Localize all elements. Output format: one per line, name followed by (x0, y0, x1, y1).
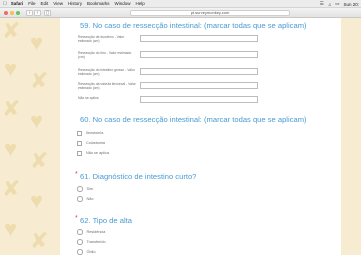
option-nao[interactable]: Não (77, 196, 93, 202)
clock[interactable]: Sun 20: (343, 2, 359, 7)
heart-pattern-icon: ♥ (4, 136, 18, 161)
intestino-grosso-input[interactable] (140, 68, 258, 75)
maximize-window-icon[interactable] (16, 11, 20, 15)
heart-pattern-icon: ♥ (30, 108, 44, 133)
field-label: Não se aplica (78, 96, 99, 100)
menu-safari[interactable]: Safari (11, 1, 24, 6)
option-nao-se-aplica[interactable]: Não se aplica (77, 150, 109, 156)
cross-pattern-icon: ✘ (2, 96, 21, 121)
heart-pattern-icon: ♥ (4, 216, 18, 241)
question-number: 62. (80, 216, 91, 225)
field-label: Ressecção do intestino grosso - Valor es… (78, 68, 135, 77)
question-text: Tipo de alta (92, 216, 132, 225)
field-label: Ressecção do íleo - Valor estimado (cm) (78, 51, 132, 60)
required-marker: * (75, 215, 78, 222)
cross-pattern-icon: ✘ (30, 148, 49, 173)
menu-file[interactable]: File (28, 1, 35, 6)
question-text: Diagnóstico de intestino curto? (92, 172, 197, 181)
menu-bookmarks[interactable]: Bookmarks (87, 1, 110, 6)
question-number: 60. (80, 115, 91, 124)
forward-icon[interactable]: › (34, 10, 41, 16)
decorative-background-right (341, 18, 361, 255)
checkbox[interactable] (77, 130, 82, 136)
question-61-title: 61. Diagnóstico de intestino curto? (80, 172, 196, 181)
cross-pattern-icon: ✘ (2, 18, 21, 43)
option-label: Residência (86, 230, 106, 234)
valvula-ileocecal-input[interactable] (140, 82, 258, 89)
duodeno-input[interactable] (140, 35, 258, 42)
question-62-title: 62. Tipo de alta (80, 216, 132, 225)
option-label: Não (86, 197, 94, 201)
option-label: Óbito (86, 250, 96, 254)
heart-pattern-icon: ♥ (30, 188, 44, 213)
option-label: Colostomia (86, 141, 105, 145)
minimize-window-icon[interactable] (10, 11, 14, 15)
wifi-icon[interactable]: ☰ (320, 1, 324, 7)
option-label: Ileostomia (86, 131, 104, 135)
field-label: Ressecção da válvula ileocecal - Valor e… (78, 82, 136, 91)
radio-button[interactable] (77, 229, 83, 235)
volume-icon[interactable]: ♫ (328, 2, 331, 7)
option-residencia[interactable]: Residência (77, 229, 105, 235)
option-ileostomia[interactable]: Ileostomia (77, 130, 103, 136)
option-obito[interactable]: Óbito (77, 249, 96, 255)
radio-button[interactable] (77, 239, 83, 245)
battery-icon[interactable]: ▭ (335, 1, 339, 7)
radio-button[interactable] (77, 186, 83, 192)
option-label: Não se aplica (86, 151, 110, 155)
checkbox[interactable] (77, 140, 82, 146)
menu-edit[interactable]: Edit (41, 1, 49, 6)
question-text: No caso de ressecção intestinal: (marcar… (92, 115, 307, 124)
close-window-icon[interactable] (4, 11, 8, 15)
question-60-title: 60. No caso de ressecção intestinal: (mar… (80, 115, 307, 124)
decorative-background: ✘ ♥ ♥ ✘ ✘ ♥ ♥ ✘ ✘ ♥ ♥ ✘ (0, 18, 60, 255)
back-icon[interactable]: ‹ (26, 10, 33, 16)
option-transferido[interactable]: Transferido (77, 239, 106, 245)
status-area: ☰ ♫ ▭ Sun 20: (320, 1, 359, 7)
option-colostomia[interactable]: Colostomia (77, 140, 105, 146)
question-59-title: 59. No caso de ressecção intestinal: (mar… (80, 21, 307, 30)
heart-pattern-icon: ♥ (4, 56, 18, 81)
field-label: Ressecção de duodeno - Valor estimado (c… (78, 35, 125, 44)
radio-button[interactable] (77, 249, 83, 255)
cross-pattern-icon: ✘ (2, 176, 21, 201)
nao-se-aplica-input[interactable] (140, 96, 258, 103)
heart-pattern-icon: ♥ (30, 30, 44, 55)
option-label: Transferido (86, 240, 106, 244)
option-label: Sim (86, 187, 94, 191)
menu-view[interactable]: View (53, 1, 63, 6)
menu-window[interactable]: Window (115, 1, 131, 6)
required-marker: * (75, 171, 78, 178)
checkbox[interactable] (77, 150, 82, 156)
sidebar-icon[interactable]: ▯ (44, 10, 51, 16)
option-sim[interactable]: Sim (77, 186, 93, 192)
cross-pattern-icon: ✘ (30, 68, 49, 93)
menu-bar:  Safari File Edit View History Bookmark… (0, 0, 361, 8)
apple-icon[interactable]:  (3, 1, 7, 7)
menu-help[interactable]: Help (136, 1, 145, 6)
survey-content: 59. No caso de ressecção intestinal: (mar… (60, 18, 341, 255)
radio-button[interactable] (77, 196, 83, 202)
question-number: 59. (80, 21, 91, 30)
address-bar[interactable]: pt.surveymonkey.com (130, 10, 290, 16)
menu-history[interactable]: History (68, 1, 82, 6)
question-text: No caso de ressecção intestinal: (marcar… (92, 21, 307, 30)
question-number: 61. (80, 172, 91, 181)
ileo-input[interactable] (140, 51, 258, 58)
browser-toolbar: ‹ › ▯ pt.surveymonkey.com (0, 8, 361, 18)
cross-pattern-icon: ✘ (30, 228, 49, 253)
